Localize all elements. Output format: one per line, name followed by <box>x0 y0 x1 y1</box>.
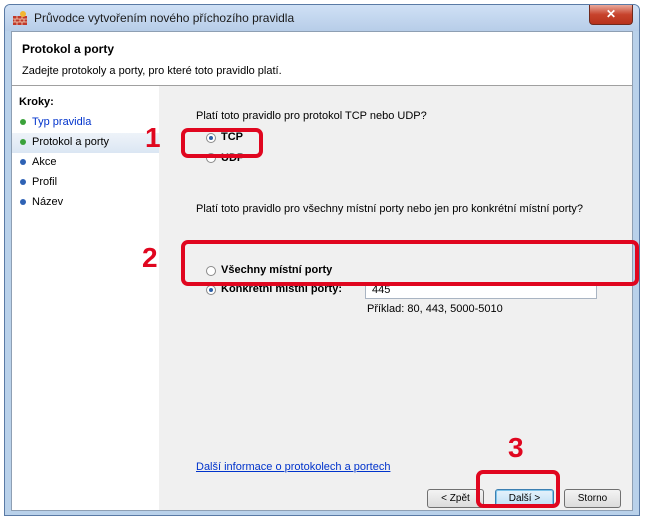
step-label: Profil <box>32 176 58 188</box>
step-bullet-icon <box>20 119 26 125</box>
step-bullet-icon <box>20 139 26 145</box>
help-link[interactable]: Další informace o protokolech a portech <box>196 461 390 473</box>
ports-question: Platí toto pravidlo pro všechny místní p… <box>196 203 584 215</box>
callout-box-1 <box>181 128 263 158</box>
step-bullet-icon <box>20 179 26 185</box>
step-profile: Profil <box>12 173 159 193</box>
step-bullet-icon <box>20 159 26 165</box>
page-title: Protokol a porty <box>22 42 115 56</box>
port-example: Příklad: 80, 443, 5000-5010 <box>367 303 503 315</box>
step-name: Název <box>12 193 159 213</box>
steps-panel: Kroky: Typ pravidla Protokol a porty Akc… <box>12 86 159 510</box>
page-subtitle: Zadejte protokoly a porty, pro které tot… <box>22 65 282 77</box>
firewall-icon <box>13 11 27 25</box>
callout-box-3 <box>476 470 560 508</box>
step-rule-type[interactable]: Typ pravidla <box>12 113 159 133</box>
specific-ports-radio[interactable] <box>206 285 216 295</box>
callout-number-1: 1 <box>145 122 161 153</box>
window-title: Průvodce vytvořením nového příchozího pr… <box>34 11 295 25</box>
callout-number-2: 2 <box>142 242 158 273</box>
callout-box-2 <box>181 240 639 286</box>
step-label: Akce <box>32 156 57 168</box>
wizard-header: Protokol a porty Zadejte protokoly a por… <box>12 32 632 86</box>
protocol-question: Platí toto pravidlo pro protokol TCP neb… <box>196 110 427 122</box>
step-action: Akce <box>12 153 159 173</box>
step-bullet-icon <box>20 199 26 205</box>
steps-title: Kroky: <box>19 96 54 108</box>
step-label: Název <box>32 196 64 208</box>
step-label: Typ pravidla <box>32 116 92 128</box>
title-bar[interactable]: Průvodce vytvořením nového příchozího pr… <box>5 5 639 31</box>
callout-number-3: 3 <box>508 432 524 463</box>
step-protocol-ports[interactable]: Protokol a porty <box>12 133 159 153</box>
step-label: Protokol a porty <box>32 136 110 148</box>
cancel-button[interactable]: Storno <box>564 489 621 508</box>
close-button[interactable]: ✕ <box>589 5 633 25</box>
